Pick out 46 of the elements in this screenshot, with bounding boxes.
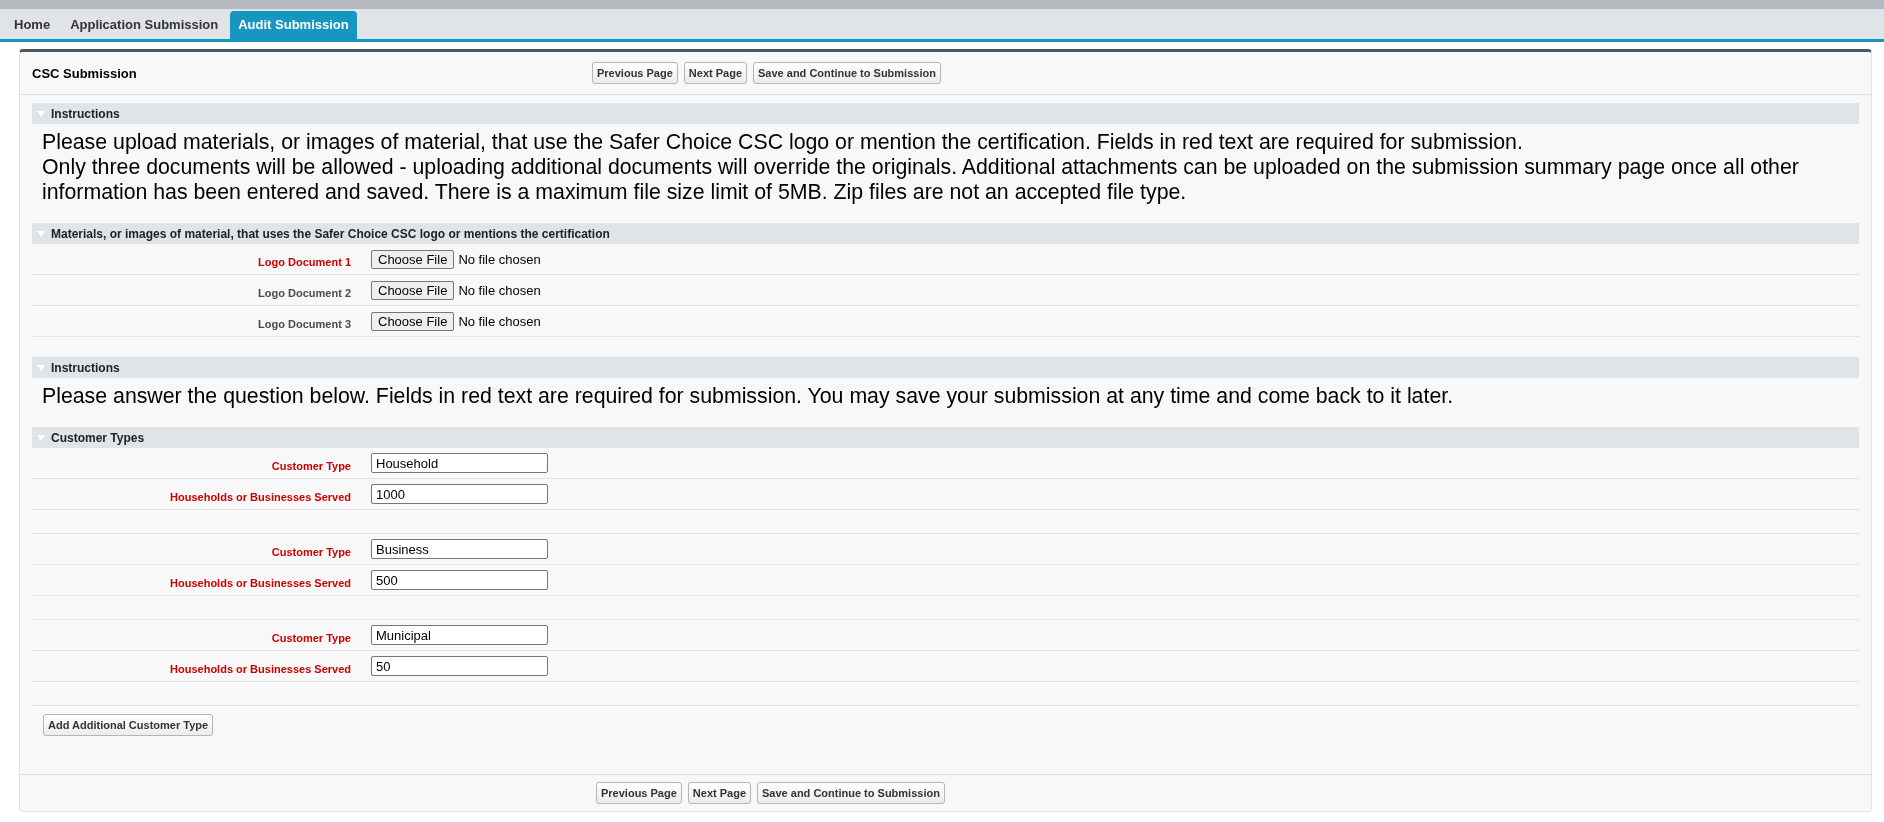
nav-tab[interactable]: Home [6, 11, 59, 39]
collapse-triangle-icon [37, 230, 45, 237]
add-customer-type-button[interactable]: Add Additional Customer Type [43, 714, 214, 736]
collapse-triangle-icon [37, 434, 45, 441]
input-field[interactable]: 1000 [371, 484, 548, 504]
field-label: Households or Businesses Served [170, 577, 351, 589]
field-label: Logo Document 2 [258, 287, 351, 299]
section-header[interactable]: Instructions [32, 357, 1859, 378]
section-title: Customer Types [51, 430, 145, 445]
field-label: Households or Businesses Served [170, 491, 351, 503]
section-title: Materials, or images of material, that uses the Safer Choice CSC logo or mentions the certification [51, 226, 610, 241]
page-button[interactable]: Save and Continue to Submission [753, 62, 941, 84]
section-title: Instructions [51, 106, 120, 121]
collapse-triangle-icon [37, 110, 45, 117]
input-field[interactable]: 500 [371, 570, 548, 590]
input-field[interactable]: 50 [371, 656, 548, 676]
section-header[interactable]: Customer Types [32, 427, 1859, 448]
field-label: Customer Type [271, 460, 351, 472]
nav-tab[interactable]: Application Submission [62, 11, 227, 39]
choose-file-button[interactable]: Choose File [371, 249, 455, 269]
choose-file-button[interactable]: Choose File [371, 280, 455, 300]
instruction-text: Please answer the question below. Fields in red text are required for submission. You may save your submission at any time and come back to it later. [42, 384, 1455, 409]
file-status: No file chosen [458, 251, 541, 267]
input-field[interactable]: Business [371, 539, 548, 559]
instruction-text: Please upload materials, or images of material, that use the Safer Choice CSC logo or mention the certification. Fields in red text are required for submission. [42, 130, 1524, 155]
input-field[interactable]: Municipal [371, 625, 548, 645]
file-status: No file chosen [458, 282, 541, 298]
page-title: CSC Submission [32, 65, 138, 81]
field-label: Logo Document 3 [258, 318, 351, 330]
field-label: Logo Document 1 [258, 256, 351, 268]
file-status: No file chosen [458, 313, 541, 329]
page-button[interactable]: Next Page [687, 782, 752, 804]
section-header[interactable]: Instructions [32, 103, 1859, 124]
collapse-triangle-icon [37, 364, 45, 371]
section-header[interactable]: Materials, or images of material, that uses the Safer Choice CSC logo or mentions the certification [32, 223, 1859, 244]
instruction-text: Only three documents will be allowed - uploading additional documents will override the originals. Additional attachments can be uploaded on the submission summary page once all other information has been entered and saved. There is a maximum file size limit of 5MB. Zip files are not an accepted file type. [42, 155, 1800, 205]
choose-file-button[interactable]: Choose File [371, 311, 455, 331]
page-button[interactable]: Save and Continue to Submission [757, 782, 945, 804]
page-button[interactable]: Previous Page [592, 62, 678, 84]
field-label: Households or Businesses Served [170, 663, 351, 675]
page-button[interactable]: Previous Page [596, 782, 682, 804]
section-title: Instructions [51, 360, 120, 375]
field-label: Customer Type [271, 632, 351, 644]
input-field[interactable]: Household [371, 453, 548, 473]
page-button[interactable]: Next Page [683, 62, 748, 84]
field-label: Customer Type [271, 546, 351, 558]
